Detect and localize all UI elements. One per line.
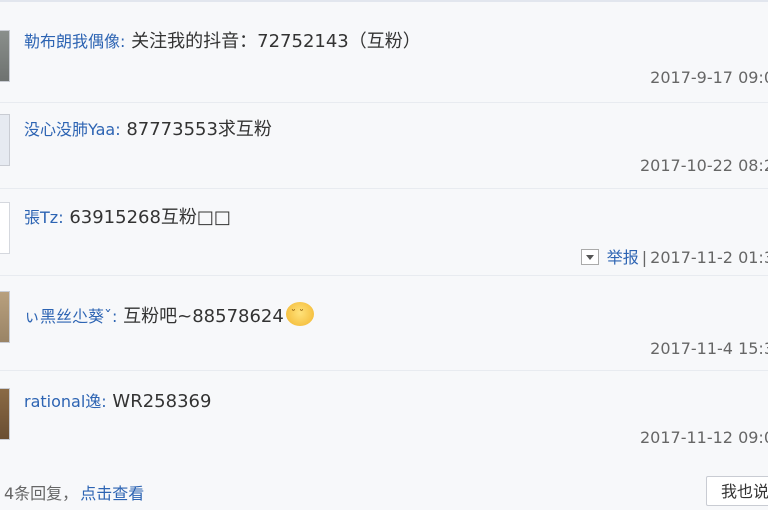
comment-item: 没心没肺Yaa: 87773553求互粉 2017-10-22 08:2 [0, 86, 768, 175]
comment-line: rational逸: WR258369 [24, 390, 211, 414]
comment-meta: 2017-9-17 09:0 [650, 68, 768, 87]
comment-item: rational逸: WR258369 2017-11-12 09:0 [0, 354, 768, 447]
comment-item: 勒布朗我偶像: 关注我的抖音：72752143（互粉） 2017-9-17 09… [0, 0, 768, 87]
comment-text: 63915268互粉□□ [69, 207, 231, 228]
comment-username[interactable]: 勒布朗我偶像 [24, 32, 120, 51]
comment-item: ぃ黑丝尐葵ˇ: 互粉吧~88578624 2017-11-4 15:3 [0, 259, 768, 358]
comment-username[interactable]: 張Tz [24, 208, 58, 227]
comment-text: WR258369 [112, 391, 212, 412]
avatar[interactable] [0, 114, 10, 166]
reply-count: 4条回复， 点击查看 [4, 480, 144, 504]
username-separator: : [101, 392, 107, 411]
comment-item: 張Tz: 63915268互粉□□ 举报 | 2017-11-2 01:3 [0, 172, 768, 267]
username-separator: : [120, 32, 126, 51]
reply-button[interactable]: 我也说 [706, 476, 768, 506]
comment-text: 87773553求互粉 [126, 119, 272, 140]
smile-emoji-icon [285, 302, 314, 327]
comment-username[interactable]: 没心没肺Yaa [24, 120, 115, 139]
comment-username[interactable]: rational逸 [24, 392, 101, 411]
avatar[interactable] [0, 202, 10, 254]
comment-line: 没心没肺Yaa: 87773553求互粉 [24, 118, 272, 142]
comment-line: 張Tz: 63915268互粉□□ [24, 206, 231, 230]
avatar[interactable] [0, 30, 10, 82]
username-separator: : [112, 307, 118, 326]
avatar[interactable] [0, 291, 10, 343]
comment-username[interactable]: ぃ黑丝尐葵ˇ [24, 307, 112, 326]
comment-time: 2017-11-12 09:0 [640, 428, 768, 447]
view-replies-link[interactable]: 点击查看 [80, 484, 144, 503]
comment-line: ぃ黑丝尐葵ˇ: 互粉吧~88578624 [24, 302, 314, 329]
comment-text: 互粉吧~88578624 [123, 306, 284, 327]
comment-meta: 2017-11-12 09:0 [640, 428, 768, 447]
reply-count-text: 4条回复， [4, 484, 79, 503]
comment-footer: 4条回复， 点击查看 我也说 [0, 474, 768, 510]
avatar[interactable] [0, 388, 10, 440]
username-separator: : [115, 120, 121, 139]
comment-text: 关注我的抖音：72752143（互粉） [131, 31, 421, 52]
comment-line: 勒布朗我偶像: 关注我的抖音：72752143（互粉） [24, 30, 421, 54]
username-separator: : [58, 208, 64, 227]
comment-time: 2017-9-17 09:0 [650, 68, 768, 87]
